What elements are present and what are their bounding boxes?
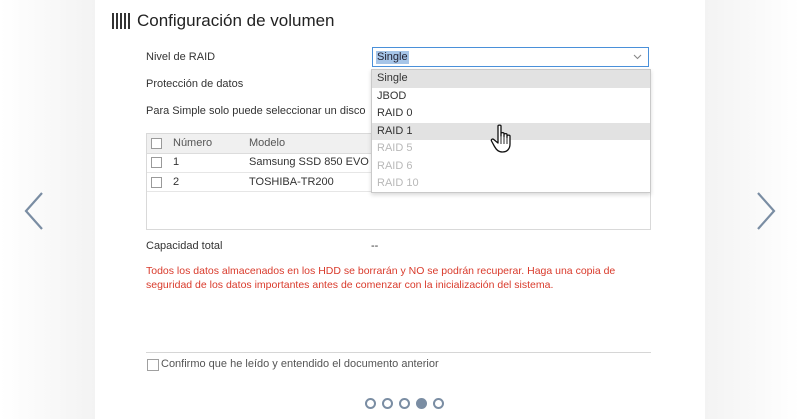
page-header: Configuración de volumen (112, 8, 335, 34)
page-title: Configuración de volumen (137, 11, 335, 30)
chevron-down-icon (633, 54, 642, 60)
total-capacity-value: -- (371, 240, 379, 252)
row-checkbox[interactable] (151, 157, 162, 168)
select-all-checkbox[interactable] (151, 138, 162, 149)
page-indicator (365, 398, 444, 409)
raid-option-jbod[interactable]: JBOD (372, 88, 650, 106)
page-dot-3[interactable] (399, 398, 410, 409)
column-number: Número (173, 137, 213, 149)
next-arrow-icon[interactable] (746, 188, 786, 234)
raid-level-select[interactable]: Single (372, 47, 649, 67)
volume-icon (112, 13, 130, 29)
hand-cursor-icon (490, 124, 511, 153)
total-capacity-label: Capacidad total (146, 240, 223, 252)
confirm-label[interactable]: Confirmo que he leído y entendido el doc… (161, 358, 439, 370)
simple-mode-note: Para Simple solo puede seleccionar un di… (146, 105, 366, 117)
disk-number: 2 (173, 176, 180, 188)
page-dot-1[interactable] (365, 398, 376, 409)
confirm-checkbox[interactable] (147, 359, 159, 371)
page-dot-5[interactable] (433, 398, 444, 409)
data-loss-warning: Todos los datos almacenados en los HDD s… (146, 265, 616, 291)
disk-model: Samsung SSD 850 EVO 50 (249, 156, 385, 168)
row-checkbox[interactable] (151, 177, 162, 188)
raid-option-raid0[interactable]: RAID 0 (372, 105, 650, 123)
previous-arrow-icon[interactable] (14, 188, 54, 234)
raid-option-single[interactable]: Single (372, 70, 650, 88)
disk-model: TOSHIBA-TR200 (249, 176, 334, 188)
data-protection-label: Protección de datos (146, 78, 244, 90)
page-dot-4[interactable] (416, 398, 427, 409)
raid-option-raid10: RAID 10 (377, 177, 419, 189)
raid-level-label: Nivel de RAID (146, 51, 216, 63)
disk-number: 1 (173, 156, 180, 168)
column-model: Modelo (249, 137, 286, 149)
raid-level-value: Single (376, 51, 409, 64)
page-dot-2[interactable] (382, 398, 393, 409)
divider (146, 352, 651, 353)
raid-option-raid6: RAID 6 (377, 159, 413, 172)
